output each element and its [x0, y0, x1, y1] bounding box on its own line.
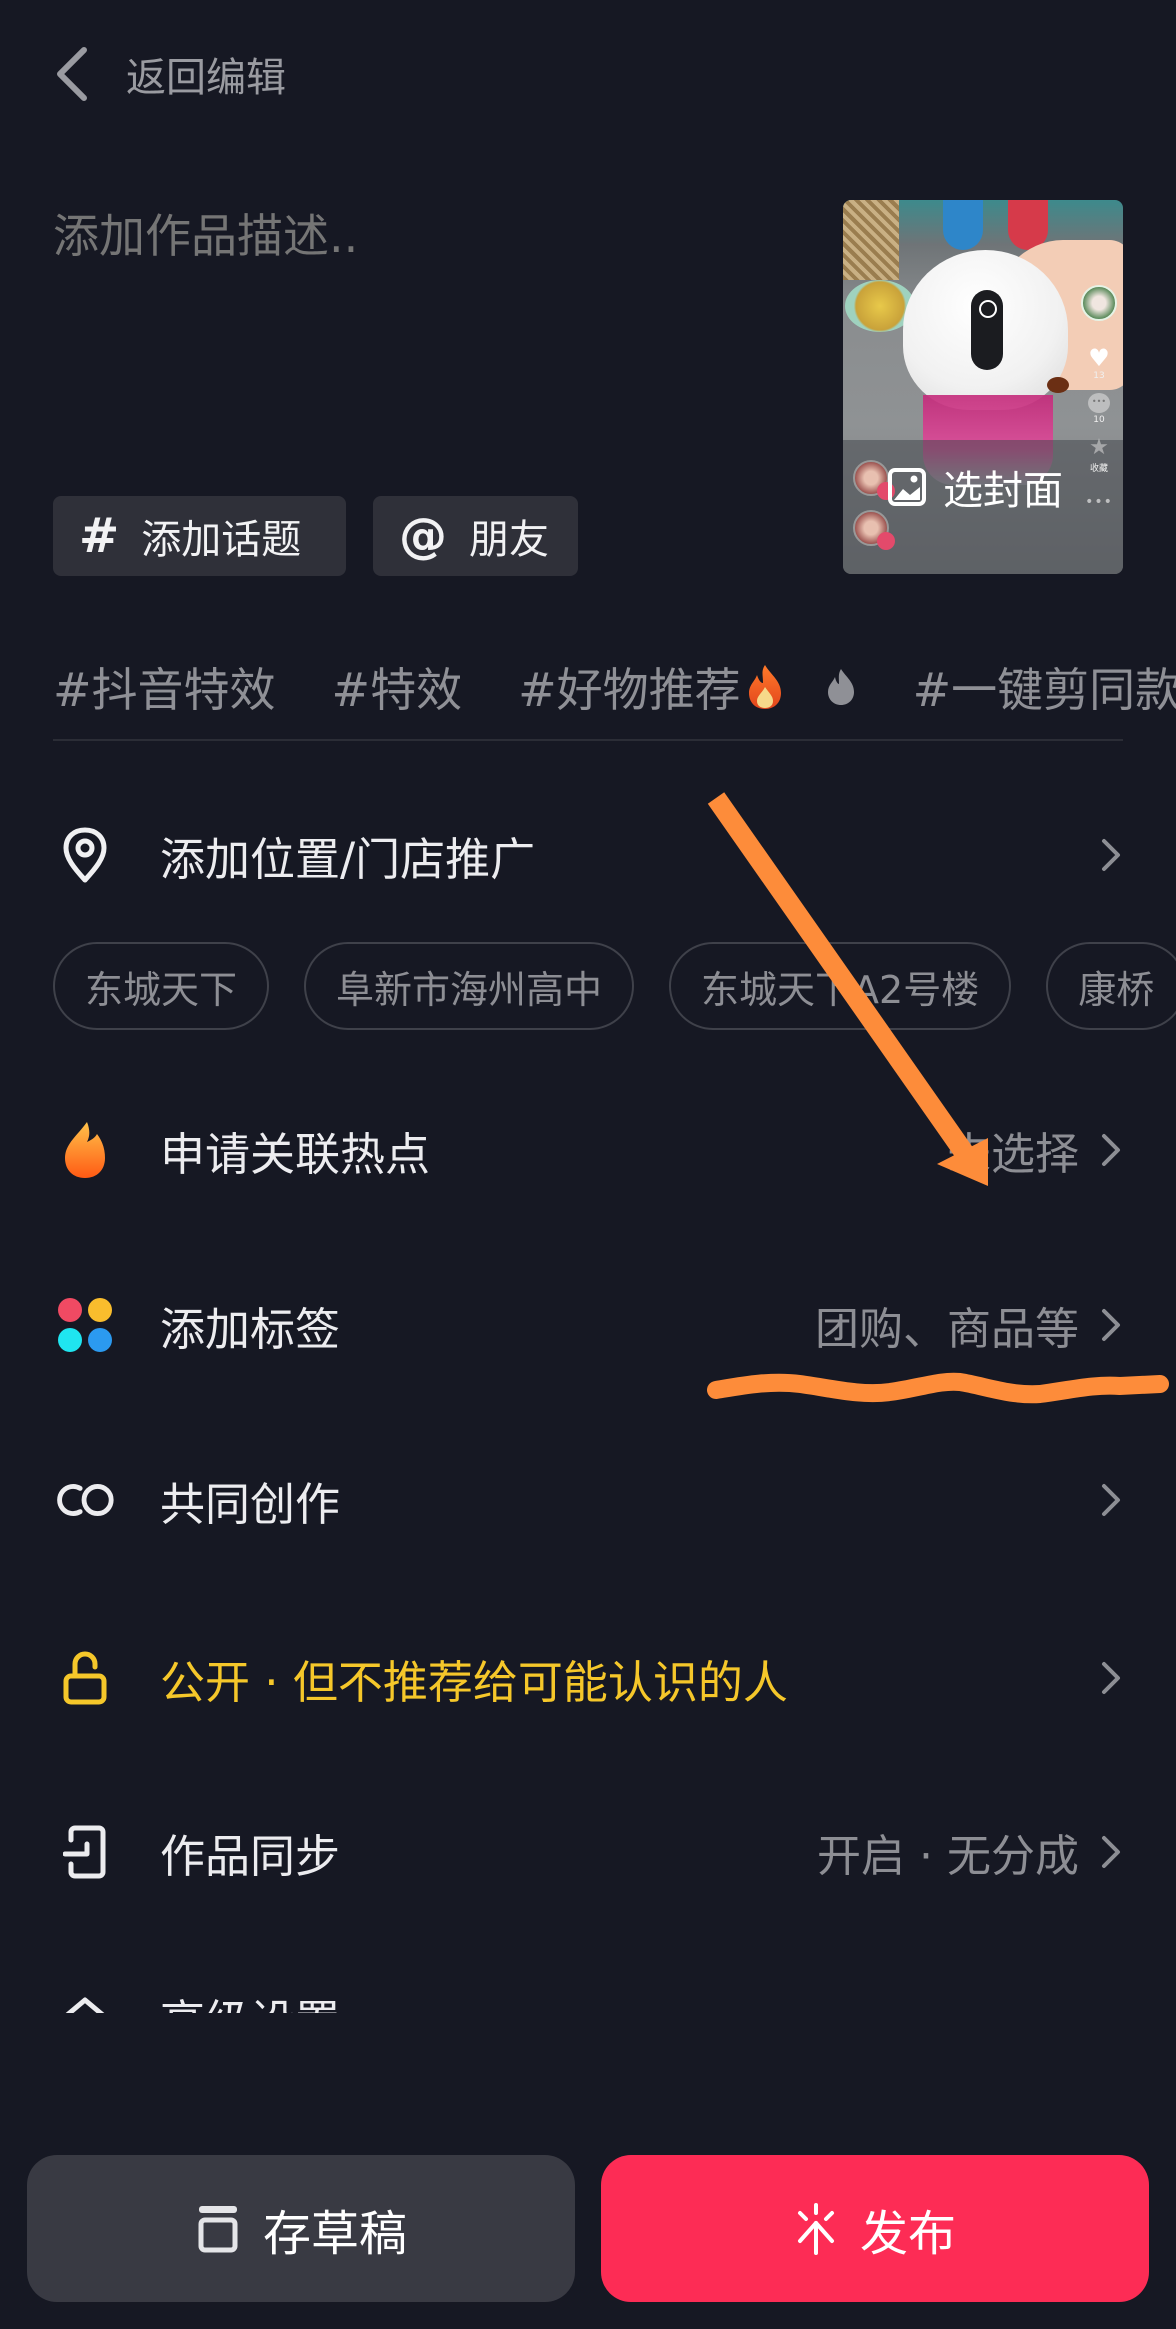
hashtag-text: #抖音特效: [53, 663, 276, 717]
sync-value: 开启 · 无分成: [817, 1831, 1079, 1882]
hotspot-value: 未选择: [947, 1129, 1079, 1180]
hashtag-suggestion[interactable]: #好物推荐: [518, 655, 857, 719]
publish-label: 发布: [859, 2205, 956, 2262]
draft-box-icon: [198, 2205, 238, 2252]
location-chip[interactable]: 阜新市海州高中: [304, 942, 635, 1030]
image-icon: [888, 468, 926, 506]
dot: [88, 1328, 112, 1352]
comment-icon: •••: [1088, 393, 1110, 413]
chevron-right-icon: [1102, 1836, 1120, 1868]
hotspot-label: 申请关联热点: [160, 1127, 431, 1181]
add-topic-button[interactable]: # 添加话题: [53, 496, 346, 576]
add-topic-label: 添加话题: [141, 517, 302, 563]
sync-row[interactable]: 作品同步 开启 · 无分成: [53, 1807, 1123, 1897]
fire-icon-gray: [827, 669, 854, 705]
publish-button[interactable]: 发布: [601, 2155, 1149, 2302]
star-icon: ★: [1089, 435, 1109, 460]
hashtag-text: #一键剪同款: [912, 663, 1176, 717]
chevron-right-icon: [1102, 1662, 1120, 1694]
chevron-right-icon: [1102, 1484, 1120, 1516]
back-label: 返回编辑: [126, 55, 286, 101]
preview-avatar: [853, 460, 895, 500]
publish-spark-icon: [797, 2202, 834, 2255]
preview-image-detail: [903, 250, 1068, 410]
preview-like-count: 13: [1093, 371, 1105, 381]
chevron-right-icon: [1102, 1309, 1120, 1341]
preview-side-actions: ♥ 13 ••• 10 ★ 收藏 •••: [1081, 285, 1117, 510]
chevron-left-icon: [57, 47, 87, 101]
preview-avatar: [853, 510, 895, 550]
sync-label: 作品同步: [160, 1829, 341, 1883]
settings-icon: [53, 1985, 117, 2013]
advanced-settings-row[interactable]: 高级设置: [53, 1975, 1123, 2013]
preview-comment-count: 10: [1093, 415, 1105, 425]
cover-thumbnail[interactable]: ♥ 13 ••• 10 ★ 收藏 ••• 选封面: [843, 200, 1123, 574]
preview-image-detail: [843, 200, 899, 280]
location-pin-icon: [53, 823, 117, 887]
select-cover-label: 选封面: [943, 468, 1063, 514]
advanced-settings-label: 高级设置: [160, 1985, 1123, 2013]
dot: [58, 1298, 82, 1322]
add-location-row[interactable]: 添加位置/门店推广: [53, 810, 1123, 900]
privacy-label: 公开 · 但不推荐给可能认识的人: [160, 1655, 788, 1709]
select-cover-button[interactable]: 选封面: [887, 458, 1063, 516]
preview-favorite-label: 收藏: [1089, 464, 1108, 474]
dot: [58, 1328, 82, 1352]
hashtag-icon: #: [79, 508, 120, 564]
location-chip[interactable]: 康桥: [1046, 942, 1176, 1030]
description-input[interactable]: [53, 200, 793, 460]
hashtag-text: #好物推荐: [518, 663, 741, 717]
unlock-icon: [53, 1646, 117, 1710]
hashtag-suggestion[interactable]: #特效: [332, 655, 463, 719]
divider: [53, 739, 1123, 741]
preview-image-detail: [943, 200, 983, 250]
location-chip[interactable]: 东城天下: [53, 942, 270, 1030]
hotspot-row[interactable]: 申请关联热点 未选择: [53, 1105, 1123, 1195]
location-chip[interactable]: 东城天下A2号楼: [669, 942, 1012, 1030]
more-icon: •••: [1085, 494, 1113, 510]
annotation-underline: [707, 1372, 1169, 1404]
add-tags-label: 添加标签: [160, 1302, 341, 1356]
co-create-row[interactable]: 共同创作: [53, 1455, 1123, 1545]
hashtag-suggestion[interactable]: #抖音特效: [53, 655, 276, 719]
add-tags-row[interactable]: 添加标签 团购、商品等: [53, 1280, 1123, 1370]
at-icon: @: [399, 508, 447, 564]
save-draft-label: 存草稿: [262, 2205, 407, 2262]
co-create-label: 共同创作: [160, 1477, 341, 1531]
fire-icon: [748, 665, 781, 709]
hashtag-suggestion[interactable]: #一键剪同款: [913, 655, 1176, 719]
preview-image-detail: [1047, 377, 1069, 393]
heart-icon: ♥: [1088, 344, 1110, 372]
sync-icon: [53, 1820, 117, 1884]
preview-author-avatar: [1081, 285, 1117, 321]
fire-icon: [53, 1118, 117, 1182]
save-draft-button[interactable]: 存草稿: [27, 2155, 575, 2302]
dot: [88, 1298, 112, 1322]
add-tags-value: 团购、商品等: [815, 1304, 1079, 1355]
chevron-right-icon: [1102, 1134, 1120, 1166]
mention-friend-label: 朋友: [469, 517, 549, 563]
chevron-right-icon: [1102, 839, 1120, 871]
tags-dots-icon: [53, 1293, 117, 1357]
add-location-label: 添加位置/门店推广: [160, 832, 536, 886]
location-suggestions: 东城天下 阜新市海州高中 东城天下A2号楼 康桥: [53, 942, 1176, 1030]
co-create-icon: [53, 1468, 117, 1532]
back-to-edit-button[interactable]: 返回编辑: [50, 36, 286, 112]
hashtag-suggestions: #抖音特效 #特效 #好物推荐 #一键剪同款: [53, 655, 1176, 719]
privacy-row[interactable]: 公开 · 但不推荐给可能认识的人: [53, 1633, 1123, 1723]
hashtag-text: #特效: [331, 663, 463, 717]
mention-friend-button[interactable]: @ 朋友: [373, 496, 578, 576]
